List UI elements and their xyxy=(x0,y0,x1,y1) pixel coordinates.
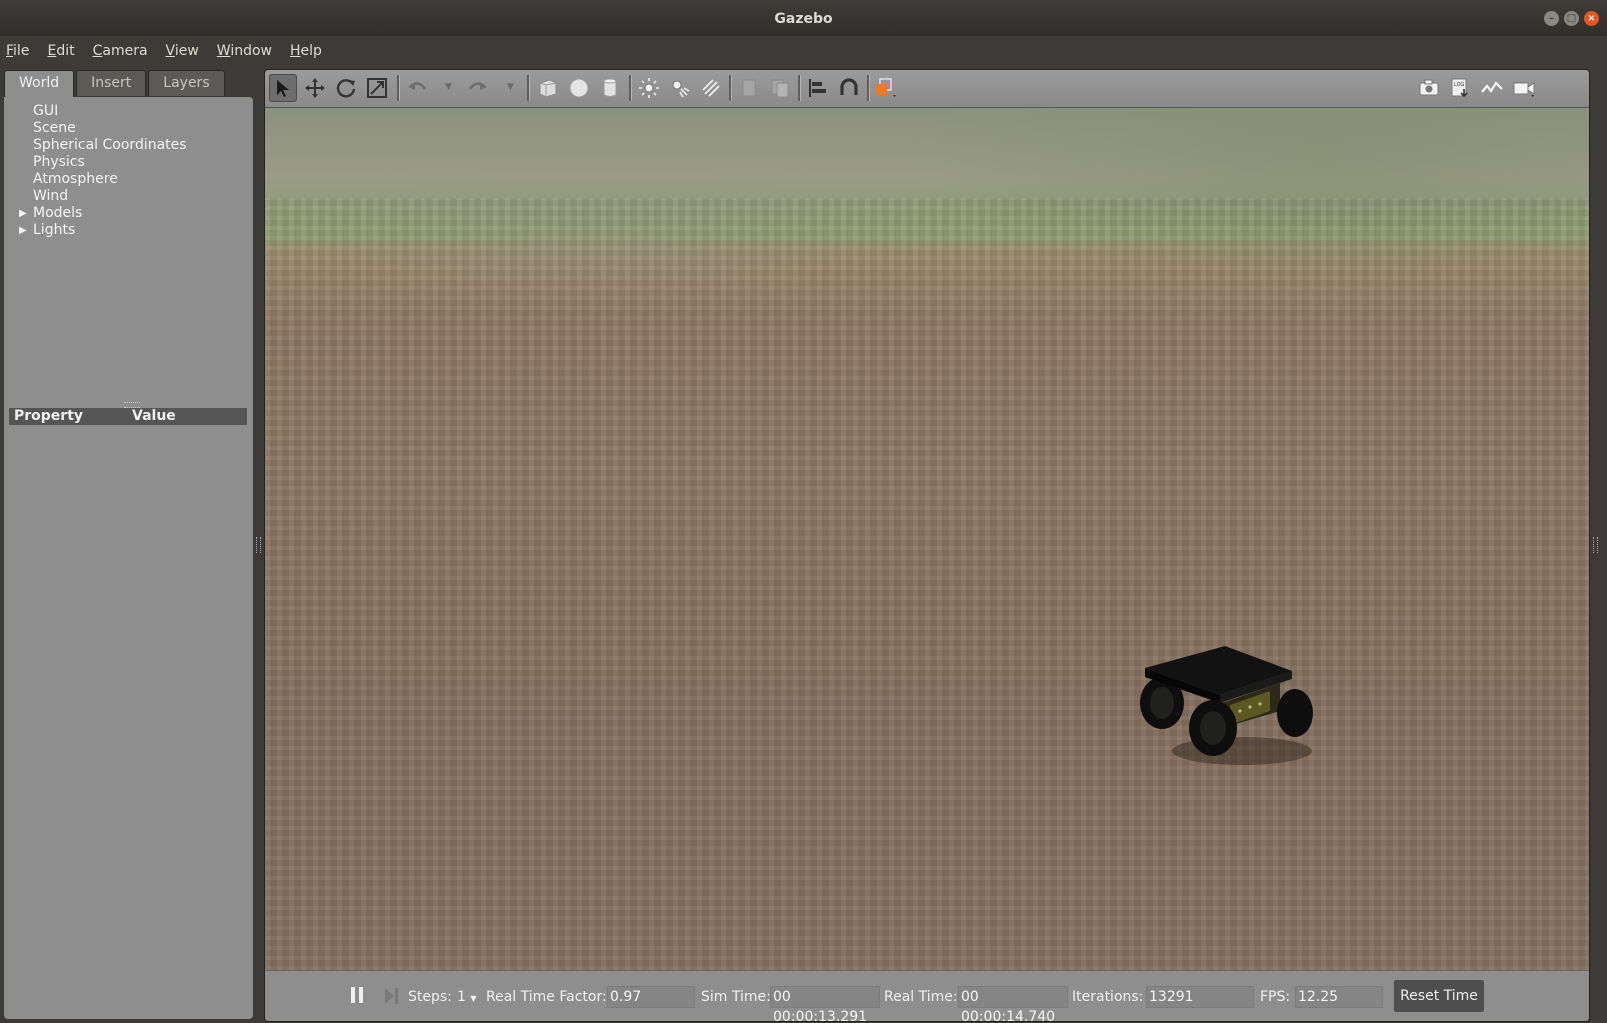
tree-item-lights[interactable]: ▶ Lights xyxy=(4,222,253,239)
chevron-down-icon: ▼ xyxy=(470,994,477,1003)
copy-icon[interactable] xyxy=(735,74,763,102)
close-window-button[interactable]: × xyxy=(1584,11,1599,26)
fps-field: 12.25 xyxy=(1295,986,1383,1008)
undo-dropdown-icon[interactable]: ▼ xyxy=(445,82,452,92)
tree-item-label: Atmosphere xyxy=(33,171,118,187)
redo-icon[interactable] xyxy=(464,74,492,102)
snap-icon[interactable] xyxy=(835,74,863,102)
svg-text:LOG: LOG xyxy=(1454,82,1465,88)
translate-mode-icon[interactable] xyxy=(301,74,329,102)
sim-time-label: Sim Time: xyxy=(701,989,771,1005)
menu-help[interactable]: Help xyxy=(284,43,328,59)
scale-mode-icon[interactable] xyxy=(363,74,391,102)
tree-item-physics[interactable]: Physics xyxy=(4,154,253,171)
tree-item-spherical-coordinates[interactable]: Spherical Coordinates xyxy=(4,137,253,154)
right-panel-resize-handle[interactable] xyxy=(1593,537,1598,553)
tree-item-label: Spherical Coordinates xyxy=(33,137,187,153)
record-video-icon[interactable] xyxy=(1510,74,1538,102)
align-icon[interactable] xyxy=(804,74,832,102)
world-tree: GUI Scene Spherical Coordinates Physics … xyxy=(4,103,253,239)
steps-label: Steps: xyxy=(408,989,452,1005)
view-angle-icon[interactable] xyxy=(872,74,900,102)
tree-item-atmosphere[interactable]: Atmosphere xyxy=(4,171,253,188)
value-column-header: Value xyxy=(132,408,176,424)
tree-item-label: Wind xyxy=(33,188,69,204)
point-light-icon[interactable] xyxy=(635,74,663,102)
real-time-field: 00 00:00:14.740 xyxy=(958,986,1068,1021)
spot-light-icon[interactable] xyxy=(666,74,694,102)
tree-item-label: Physics xyxy=(33,154,85,170)
maximize-window-button[interactable]: □ xyxy=(1564,11,1579,26)
tree-item-wind[interactable]: Wind xyxy=(4,188,253,205)
tab-insert[interactable]: Insert xyxy=(76,70,147,96)
redo-dropdown-icon[interactable]: ▼ xyxy=(507,82,514,92)
robot-model[interactable] xyxy=(1130,633,1330,773)
steps-value: 1 xyxy=(457,989,466,1005)
iterations-label: Iterations: xyxy=(1072,989,1144,1005)
tree-item-gui[interactable]: GUI xyxy=(4,103,253,120)
tree-item-label: GUI xyxy=(33,103,59,119)
property-column-header: Property xyxy=(14,408,84,424)
iterations-field: 13291 xyxy=(1146,986,1254,1008)
real-time-factor-label: Real Time Factor: xyxy=(486,989,607,1005)
steps-spinner[interactable]: 1 ▼ xyxy=(457,988,477,1008)
window-title-bar: Gazebo – □ × xyxy=(0,0,1607,36)
step-button[interactable] xyxy=(383,986,401,1006)
expand-arrow-icon[interactable]: ▶ xyxy=(19,205,27,222)
menu-file[interactable]: File xyxy=(0,43,35,59)
directional-light-icon[interactable] xyxy=(697,74,725,102)
tree-item-models[interactable]: ▶ Models xyxy=(4,205,253,222)
world-panel: GUI Scene Spherical Coordinates Physics … xyxy=(4,97,253,1019)
expand-arrow-icon[interactable]: ▶ xyxy=(19,222,27,239)
tree-item-label: Lights xyxy=(33,222,76,238)
tab-layers[interactable]: Layers xyxy=(148,70,225,96)
scene-viewport[interactable] xyxy=(265,108,1589,970)
window-title: Gazebo xyxy=(774,11,833,27)
tree-item-label: Models xyxy=(33,205,83,221)
tab-world[interactable]: World xyxy=(4,70,75,98)
undo-icon[interactable] xyxy=(403,74,431,102)
log-icon[interactable]: LOG xyxy=(1446,74,1474,102)
select-mode-icon[interactable] xyxy=(269,74,297,102)
render-window: ▼ ▼ LOG Steps: 1 ▼ Real Time Factor: 0.9… xyxy=(264,69,1590,1022)
real-time-factor-field: 0.97 xyxy=(607,986,695,1008)
menu-edit[interactable]: Edit xyxy=(41,43,80,59)
property-table-header: Property Value xyxy=(9,408,247,425)
menu-window[interactable]: Window xyxy=(211,43,278,59)
menu-bar: File Edit Camera View Window Help xyxy=(0,36,1607,66)
screenshot-icon[interactable] xyxy=(1415,74,1443,102)
sphere-shape-icon[interactable] xyxy=(565,74,593,102)
toolbar: ▼ ▼ LOG xyxy=(265,70,1589,108)
tree-item-label: Scene xyxy=(33,120,76,136)
cylinder-shape-icon[interactable] xyxy=(596,74,624,102)
plot-icon[interactable] xyxy=(1478,74,1506,102)
tree-item-scene[interactable]: Scene xyxy=(4,120,253,137)
paste-icon[interactable] xyxy=(766,74,794,102)
real-time-label: Real Time: xyxy=(884,989,958,1005)
minimize-window-button[interactable]: – xyxy=(1544,11,1559,26)
pause-button[interactable] xyxy=(348,986,366,1006)
left-panel-tabs: World Insert Layers xyxy=(4,70,227,98)
left-panel-resize-handle[interactable] xyxy=(256,537,261,553)
reset-time-button[interactable]: Reset Time xyxy=(1394,980,1484,1012)
fps-label: FPS: xyxy=(1260,989,1291,1005)
simulation-status-bar: Steps: 1 ▼ Real Time Factor: 0.97 Sim Ti… xyxy=(265,970,1589,1021)
menu-view[interactable]: View xyxy=(160,43,205,59)
menu-camera[interactable]: Camera xyxy=(87,43,154,59)
box-shape-icon[interactable] xyxy=(534,74,562,102)
rotate-mode-icon[interactable] xyxy=(332,74,360,102)
sim-time-field: 00 00:00:13.291 xyxy=(770,986,880,1021)
